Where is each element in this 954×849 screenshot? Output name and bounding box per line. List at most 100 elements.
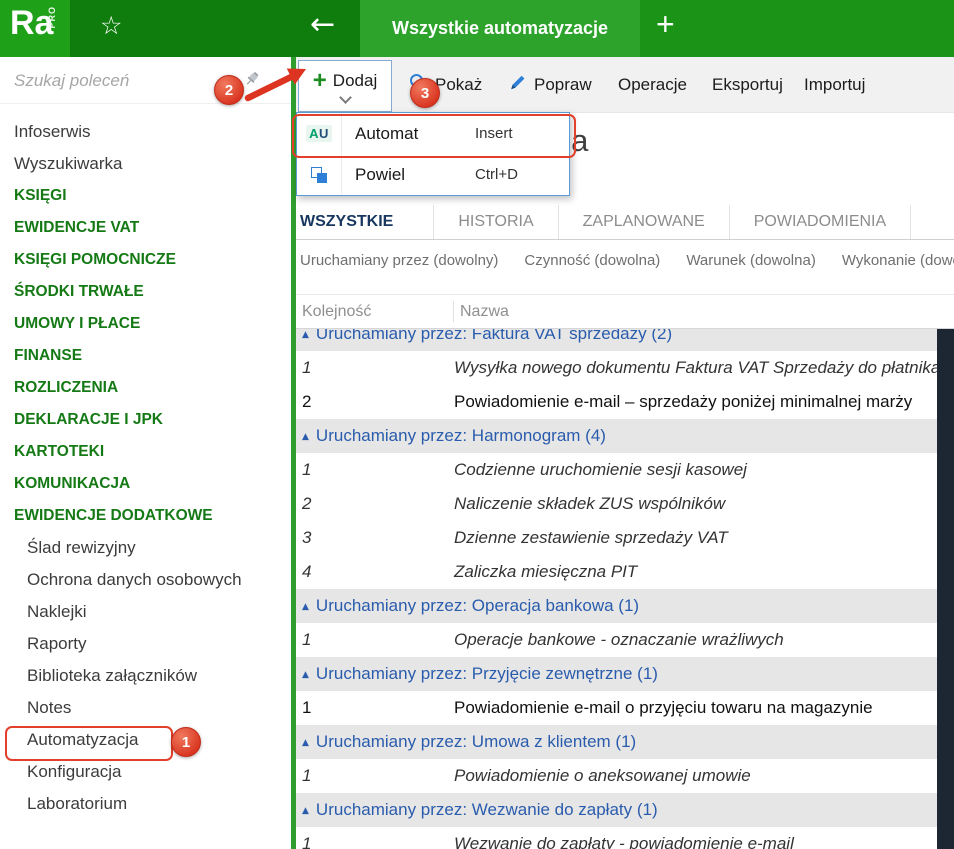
add-button[interactable]: + Dodaj (298, 60, 392, 112)
pin-icon[interactable] (244, 70, 261, 92)
filter-uruchamiany-przez-dowolny[interactable]: Uruchamiany przez (dowolny) (300, 252, 498, 269)
cell-kolejnosc: 2 (302, 392, 312, 411)
sidebar-item-ślad-rewizyjny[interactable]: Ślad rewizyjny (0, 532, 291, 564)
app-logo[interactable]: Ra PRO (0, 0, 70, 57)
sidebar-item-wyszukiwarka[interactable]: Wyszukiwarka (0, 148, 291, 180)
collapse-triangle-icon: ▲ (302, 432, 309, 442)
annotation-badge-1: 1 (171, 727, 201, 757)
group-row-uruchamiany-przez-wezwanie-do-zapłaty-1[interactable]: ▲ Uruchamiany przez: Wezwanie do zapłaty … (296, 793, 954, 827)
menu-item-shortcut: Insert (475, 125, 513, 142)
filter-warunek-dowolna[interactable]: Warunek (dowolna) (686, 252, 816, 269)
automation-row[interactable]: 4 Zaliczka miesięczna PIT (296, 555, 954, 589)
filter-bar: Uruchamiany przez (dowolny) Czynność (dow… (300, 246, 954, 276)
add-button-row: + Dodaj (313, 68, 378, 92)
toolbar-button-importuj[interactable]: Importuj (804, 57, 865, 112)
group-label: Uruchamiany przez: Harmonogram (4) (315, 426, 606, 445)
sidebar-item-deklaracje-i-jpk[interactable]: DEKLARACJE I JPK (0, 404, 291, 436)
cell-kolejnosc: 1 (302, 358, 312, 377)
favorites-star-icon[interactable]: ☆ (100, 11, 122, 40)
menu-item-icon-cell (297, 166, 341, 183)
sidebar-item-rozliczenia[interactable]: ROZLICZENIA (0, 372, 291, 404)
menu-item-shortcut: Ctrl+D (475, 166, 518, 183)
back-arrow-icon[interactable]: ← (310, 7, 335, 42)
sidebar-item-naklejki[interactable]: Naklejki (0, 596, 291, 628)
sidebar-item-ewidencje-dodatkowe[interactable]: EWIDENCJE DODATKOWE (0, 500, 291, 532)
view-tab-historia[interactable]: HISTORIA (434, 205, 559, 239)
dodaj-dropdown-menu: AU Automat Insert Powiel Ctrl+D (296, 112, 570, 196)
annotation-badge-2: 2 (214, 75, 244, 105)
chevron-down-icon (338, 90, 352, 104)
sidebar-item-automatyzacja[interactable]: Automatyzacja (0, 724, 291, 756)
pencil-icon (508, 73, 527, 97)
automation-row[interactable]: 1 Wezwanie do zapłaty - powiadomienie e-m… (296, 827, 954, 849)
group-row-uruchamiany-przez-harmonogram-4[interactable]: ▲ Uruchamiany przez: Harmonogram (4) (296, 419, 954, 453)
group-label: Uruchamiany przez: Faktura VAT sprzedaży… (315, 329, 673, 343)
automation-row[interactable]: 2 Powiadomienie e-mail – sprzedaży poniże… (296, 385, 954, 419)
add-button-label: Dodaj (332, 70, 378, 90)
toolbar-button-label: Popraw (534, 74, 592, 94)
sidebar-item-finanse[interactable]: FINANSE (0, 340, 291, 372)
view-tab-powiadomienia[interactable]: POWIADOMIENIA (730, 205, 912, 239)
sidebar-item-komunikacja[interactable]: KOMUNIKACJA (0, 468, 291, 500)
sidebar-item-księgi-pomocnicze[interactable]: KSIĘGI POMOCNICZE (0, 244, 291, 276)
cell-nazwa: Zaliczka miesięczna PIT (454, 562, 638, 581)
collapse-triangle-icon: ▲ (302, 738, 309, 748)
group-row-uruchamiany-przez-operacja-bankowa-1[interactable]: ▲ Uruchamiany przez: Operacja bankowa (1) (296, 589, 954, 623)
sidebar-item-biblioteka-załączników[interactable]: Biblioteka załączników (0, 660, 291, 692)
automation-row[interactable]: 1 Codzienne uruchomienie sesji kasowej (296, 453, 954, 487)
scrollbar[interactable] (937, 329, 954, 849)
sidebar-item-notes[interactable]: Notes (0, 692, 291, 724)
grid-body: ▲ Uruchamiany przez: Faktura VAT sprzedaż… (296, 329, 954, 849)
column-header-kolejnosc[interactable]: Kolejność (302, 295, 371, 328)
sidebar-item-raporty[interactable]: Raporty (0, 628, 291, 660)
group-row-uruchamiany-przez-umowa-z-klientem-1[interactable]: ▲ Uruchamiany przez: Umowa z klientem (1) (296, 725, 954, 759)
cell-nazwa: Dzienne zestawienie sprzedaży VAT (454, 528, 728, 547)
filter-czynność-dowolna[interactable]: Czynność (dowolna) (524, 252, 660, 269)
topbar: Ra PRO ☆ ← Wszystkie automatyzacje + (0, 0, 954, 57)
search-input[interactable] (12, 66, 196, 96)
cell-nazwa: Powiadomienie e-mail o przyjęciu towaru … (454, 698, 873, 717)
sidebar: InfoserwisWyszukiwarkaKSIĘGIEWIDENCJE VA… (0, 57, 291, 849)
toolbar-button-operacje[interactable]: Operacje (618, 57, 687, 112)
automation-row[interactable]: 3 Dzienne zestawienie sprzedaży VAT (296, 521, 954, 555)
logo-pro-badge: PRO (47, 6, 57, 29)
cell-nazwa: Naliczenie składek ZUS wspólników (454, 494, 726, 513)
sidebar-item-umowy-i-płace[interactable]: UMOWY I PŁACE (0, 308, 291, 340)
automation-row[interactable]: 1 Operacje bankowe - oznaczanie wrażliwyc… (296, 623, 954, 657)
sidebar-item-laboratorium[interactable]: Laboratorium (0, 788, 291, 820)
toolbar-button-label: Operacje (618, 74, 687, 94)
automation-row[interactable]: 1 Wysyłka nowego dokumentu Faktura VAT Sp… (296, 351, 954, 385)
column-header-nazwa[interactable]: Nazwa (460, 295, 509, 328)
sidebar-item-kartoteki[interactable]: KARTOTEKI (0, 436, 291, 468)
menu-item-automat[interactable]: AU Automat Insert (297, 113, 569, 154)
cell-nazwa: Operacje bankowe - oznaczanie wrażliwych (454, 630, 784, 649)
cell-kolejnosc: 1 (302, 834, 312, 849)
topbar-right-area (640, 0, 954, 57)
menu-item-powiel[interactable]: Powiel Ctrl+D (297, 154, 569, 195)
view-tab-zaplanowane[interactable]: ZAPLANOWANE (559, 205, 730, 239)
group-row-uruchamiany-przez-faktura-vat-sprzedaży-2[interactable]: ▲ Uruchamiany przez: Faktura VAT sprzedaż… (296, 329, 954, 351)
group-label: Uruchamiany przez: Operacja bankowa (1) (315, 596, 640, 615)
filter-wykonanie-dowolne[interactable]: Wykonanie (dowolne) (842, 252, 954, 269)
toolbar-button-popraw[interactable]: Popraw (508, 57, 592, 112)
toolbar-button-label: Pokaż (435, 74, 483, 94)
sidebar-item-ewidencje-vat[interactable]: EWIDENCJE VAT (0, 212, 291, 244)
automation-row[interactable]: 1 Powiadomienie o aneksowanej umowie (296, 759, 954, 793)
sidebar-item-środki-trwałe[interactable]: ŚRODKI TRWAŁE (0, 276, 291, 308)
automation-row[interactable]: 1 Powiadomienie e-mail o przyjęciu towaru… (296, 691, 954, 725)
cell-nazwa: Powiadomienie o aneksowanej umowie (454, 766, 751, 785)
sidebar-item-infoserwis[interactable]: Infoserwis (0, 116, 291, 148)
collapse-triangle-icon: ▲ (302, 670, 309, 680)
new-tab-button[interactable]: + (656, 6, 675, 43)
collapse-triangle-icon: ▲ (302, 806, 309, 816)
menu-item-label: Automat (355, 123, 419, 143)
tab-wszystkie-automatyzacje[interactable]: Wszystkie automatyzacje (360, 0, 640, 57)
view-tab-wszystkie[interactable]: WSZYSTKIE (296, 205, 435, 239)
automation-row[interactable]: 2 Naliczenie składek ZUS wspólników (296, 487, 954, 521)
toolbar-button-eksportuj[interactable]: Eksportuj (712, 57, 783, 112)
cell-kolejnosc: 4 (302, 562, 312, 581)
sidebar-item-księgi[interactable]: KSIĘGI (0, 180, 291, 212)
sidebar-item-konfiguracja[interactable]: Konfiguracja (0, 756, 291, 788)
sidebar-item-ochrona-danych-osobowych[interactable]: Ochrona danych osobowych (0, 564, 291, 596)
group-row-uruchamiany-przez-przyjęcie-zewnętrzne-1[interactable]: ▲ Uruchamiany przez: Przyjęcie zewnętrzne… (296, 657, 954, 691)
